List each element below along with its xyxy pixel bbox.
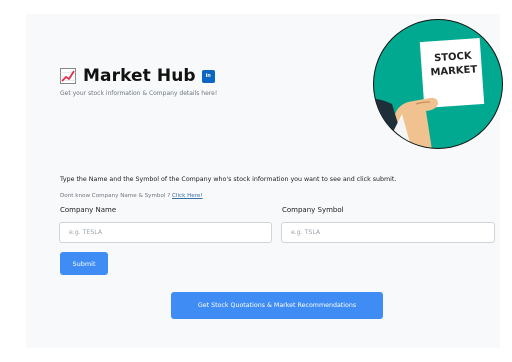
brand: Market Hub in (60, 66, 215, 86)
page-title: Market Hub (83, 66, 196, 86)
stock-market-illustration: STOCK MARKET (373, 19, 503, 149)
get-quotations-button[interactable]: Get Stock Quotations & Market Recommenda… (171, 292, 383, 319)
help-hint: Dont know Company Name & Symbol ? Click … (60, 193, 203, 199)
company-symbol-label: Company Symbol (282, 206, 344, 214)
company-name-label: Company Name (60, 206, 117, 214)
chart-increasing-icon (60, 68, 76, 84)
instruction-text: Type the Name and the Symbol of the Comp… (60, 176, 397, 183)
click-here-link[interactable]: Click Here! (172, 193, 203, 199)
linkedin-icon[interactable]: in (201, 69, 215, 83)
submit-button[interactable]: Submit (60, 252, 108, 275)
help-hint-text: Dont know Company Name & Symbol ? (60, 193, 171, 199)
company-name-input[interactable] (59, 222, 272, 243)
company-symbol-input[interactable] (281, 222, 495, 243)
page-subtitle: Get your stock information & Company det… (60, 90, 218, 97)
